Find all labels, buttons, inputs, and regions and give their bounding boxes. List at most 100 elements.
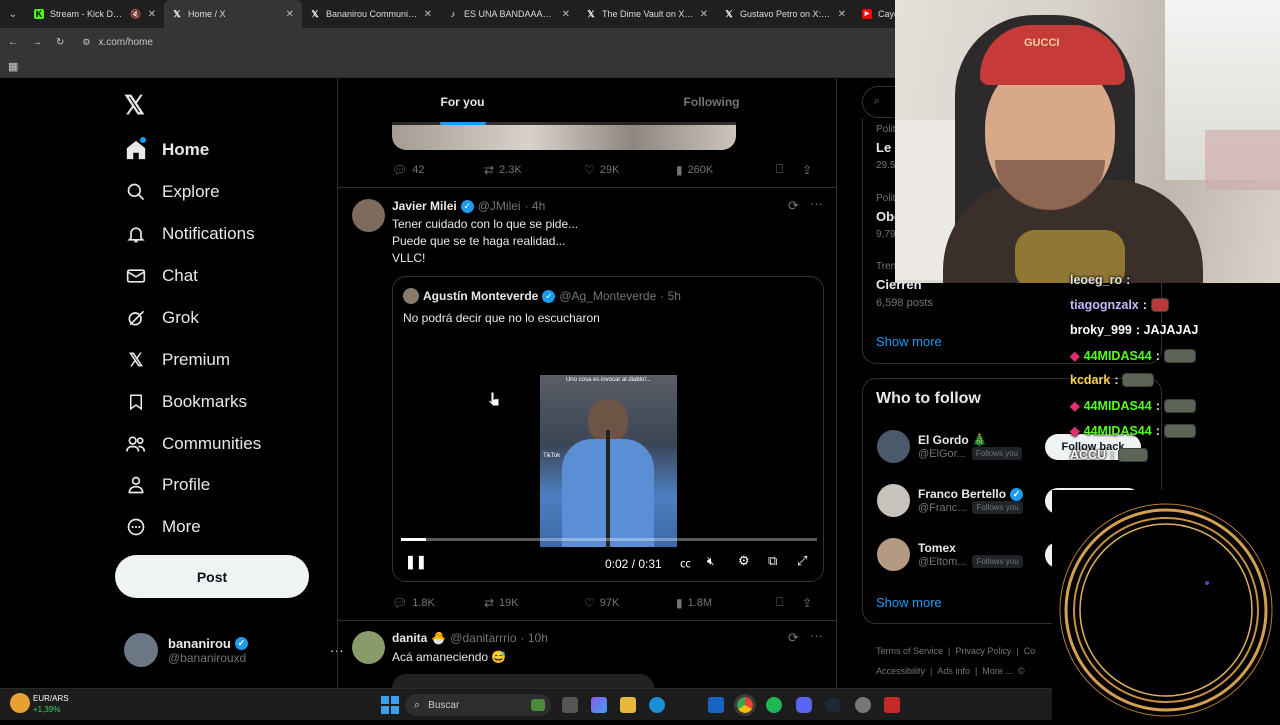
site-info-icon[interactable]: ⚙ (82, 37, 90, 48)
quote-tweet[interactable]: Agustín Monteverde ✓ @Ag_Monteverde · 5h… (392, 276, 824, 582)
author-handle[interactable]: @JMilei (478, 199, 521, 213)
tab-close-icon[interactable]: ✕ (424, 9, 432, 20)
trends-show-more-link[interactable]: Show more (876, 334, 942, 349)
tweet-media[interactable] (392, 674, 654, 688)
video-player[interactable]: Uno cosa es invocar al diablo!... TikTok… (393, 341, 823, 581)
x-logo-icon[interactable]: 𝕏 (124, 90, 145, 121)
tab-close-icon[interactable]: ✕ (148, 9, 156, 20)
follow-suggestion[interactable]: Franco Bertello ✓ @Franc... Follows you (877, 484, 1024, 517)
share-button[interactable]: ⇪ (802, 162, 812, 177)
bookmark-button[interactable]: ⎕ (776, 595, 802, 610)
outlook-icon[interactable] (708, 697, 724, 713)
chat-emote (1150, 298, 1169, 312)
more-dots-icon[interactable]: ··· (810, 196, 823, 211)
previous-tweet-media[interactable] (392, 122, 736, 150)
privacy-link[interactable]: Privacy Policy (955, 646, 1011, 656)
ads-info-link[interactable]: Ads info (937, 666, 970, 676)
reply-button[interactable]: 💬︎ 1.8K (392, 595, 484, 610)
fullscreen-icon[interactable]: ⤢ (797, 553, 807, 569)
repost-button[interactable]: ⇄ 2.3K (484, 162, 584, 177)
app-icon[interactable] (855, 697, 871, 713)
like-button[interactable]: ♡ 29K (584, 162, 676, 177)
tab-search-chevron-icon[interactable]: ⌄ (0, 0, 26, 28)
nav-bookmarks[interactable]: Bookmarks (124, 390, 247, 414)
tab-close-icon[interactable]: ✕ (838, 9, 846, 20)
nav-home[interactable]: Home (124, 137, 209, 162)
settings-gear-icon[interactable]: ⚙ (738, 553, 750, 569)
tweet-time[interactable]: · 10h (521, 631, 548, 645)
edge-icon[interactable] (649, 697, 665, 713)
nav-grok[interactable]: Grok (124, 306, 199, 330)
muted-volume-icon[interactable]: 🔇︎ (707, 554, 715, 569)
tweet-time[interactable]: · 4h (525, 199, 546, 213)
views-button[interactable]: ▮ 1.8M (676, 595, 776, 610)
reload-icon[interactable]: ↻ (56, 37, 64, 48)
tab-following[interactable]: Following (587, 78, 836, 125)
nav-explore[interactable]: Explore (124, 180, 220, 204)
grok-icon[interactable]: ⟳ (788, 198, 799, 214)
bookmark-button[interactable]: ⎕ (776, 162, 802, 177)
tab-close-icon[interactable]: ✕ (700, 9, 708, 20)
nav-premium[interactable]: 𝕏 Premium (124, 348, 230, 372)
accessibility-link[interactable]: Accessibility (876, 666, 925, 676)
reply-button[interactable]: 💬︎ 42 (392, 162, 484, 177)
weather-widget-icon[interactable] (10, 693, 30, 713)
browser-tab-tiktok[interactable]: ♪ ES UNA BANDAAAA #par ✕ (440, 0, 578, 28)
like-button[interactable]: ♡ 97K (584, 595, 676, 610)
repost-icon: ⇄ (483, 595, 495, 610)
nav-more[interactable]: More (124, 515, 201, 539)
url-field[interactable]: ⚙ x.com/home (82, 37, 153, 48)
windows-start-icon[interactable] (381, 696, 399, 714)
repost-button[interactable]: ⇄ 19K (484, 595, 584, 610)
nav-notifications[interactable]: Notifications (124, 222, 255, 246)
author-name[interactable]: danita (392, 631, 427, 645)
muted-audio-icon[interactable]: 🔇 (130, 9, 141, 20)
trend-title[interactable]: Le (876, 140, 891, 155)
follow-show-more-link[interactable]: Show more (876, 595, 942, 610)
pip-icon[interactable]: ⧉ (768, 553, 777, 569)
captions-icon[interactable]: ㏄ (680, 555, 691, 571)
nav-profile[interactable]: Profile (124, 473, 210, 497)
widget-title: EUR/ARS (33, 694, 69, 703)
browser-tab-dime-vault[interactable]: 𝕏 The Dime Vault on X: "He ✕ (578, 0, 716, 28)
file-explorer-icon[interactable] (620, 697, 636, 713)
views-button[interactable]: ▮ 260K (676, 162, 776, 177)
video-progress-track[interactable] (401, 538, 817, 541)
follow-suggestion[interactable]: Tomex @Eltom... Follows you (877, 538, 1023, 571)
copilot-icon[interactable] (591, 697, 607, 713)
cookie-link[interactable]: Co (1024, 646, 1036, 656)
follows-you-badge: Follows you (971, 447, 1023, 460)
obs-recording-icon[interactable] (884, 697, 900, 713)
nav-chat[interactable]: Chat (124, 264, 198, 288)
tab-for-you[interactable]: For you (338, 78, 587, 125)
forward-arrow-icon[interactable]: → (32, 37, 42, 48)
browser-tab-community[interactable]: 𝕏 Bananirou Community / X ✕ (302, 0, 440, 28)
spotify-icon[interactable] (766, 697, 782, 713)
account-switcher[interactable]: bananirou ✓ @bananirouxd ··· (124, 633, 344, 667)
avatar[interactable] (352, 631, 385, 664)
chrome-icon[interactable] (734, 694, 756, 716)
back-arrow-icon[interactable]: ← (8, 37, 18, 48)
tab-close-icon[interactable]: ✕ (286, 9, 294, 20)
avatar[interactable] (352, 199, 385, 232)
browser-tab-home-x[interactable]: 𝕏 Home / X ✕ (164, 0, 302, 28)
post-button[interactable]: Post (115, 555, 309, 598)
follow-suggestion[interactable]: El Gordo 🎄 @ElGor... Follows you (877, 430, 1023, 463)
tab-close-icon[interactable]: ✕ (562, 9, 570, 20)
more-link[interactable]: More ... (982, 666, 1013, 676)
apps-grid-icon[interactable]: ▦ (8, 60, 18, 73)
more-dots-icon[interactable]: ··· (810, 628, 823, 643)
terms-link[interactable]: Terms of Service (876, 646, 943, 656)
browser-tab-kick[interactable]: K Stream - Kick Dashbo 🔇 ✕ (26, 0, 164, 28)
nav-communities[interactable]: Communities (124, 432, 261, 456)
author-name[interactable]: Javier Milei (392, 199, 457, 213)
taskbar-search[interactable]: ⌕ Buscar (405, 694, 551, 716)
grok-icon[interactable]: ⟳ (788, 630, 799, 646)
share-button[interactable]: ⇪ (802, 595, 812, 610)
steam-icon[interactable] (825, 697, 841, 713)
discord-icon[interactable] (796, 697, 812, 713)
author-handle[interactable]: @danitarrrio (450, 631, 516, 645)
task-view-icon[interactable] (562, 697, 578, 713)
browser-tab-petro[interactable]: 𝕏 Gustavo Petro on X: "Bala ✕ (716, 0, 854, 28)
pause-icon[interactable]: ❚❚ (405, 554, 427, 570)
